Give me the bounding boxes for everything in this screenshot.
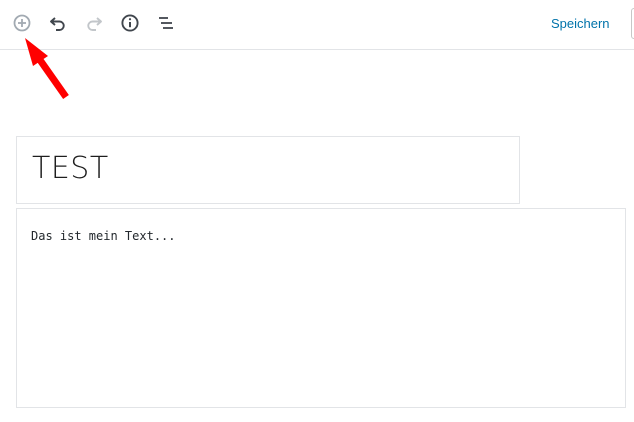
paragraph-block[interactable]: Das ist mein Text...: [16, 208, 626, 408]
undo-button[interactable]: [45, 10, 71, 36]
post-title-block[interactable]: TEST: [16, 136, 520, 204]
post-title[interactable]: TEST: [32, 151, 109, 187]
list-outline-icon: [159, 17, 173, 29]
add-block-button[interactable]: [9, 10, 35, 36]
undo-icon: [50, 17, 65, 31]
editor-toolbar: Speichern: [0, 0, 634, 50]
redo-button[interactable]: [81, 10, 107, 36]
paragraph-text[interactable]: Das ist mein Text...: [31, 229, 176, 243]
outline-button[interactable]: [153, 10, 179, 36]
redo-icon: [87, 17, 102, 31]
save-button[interactable]: Speichern: [551, 16, 610, 31]
plus-circle-icon: [13, 14, 31, 32]
info-button[interactable]: [117, 10, 143, 36]
info-icon: [121, 14, 139, 32]
